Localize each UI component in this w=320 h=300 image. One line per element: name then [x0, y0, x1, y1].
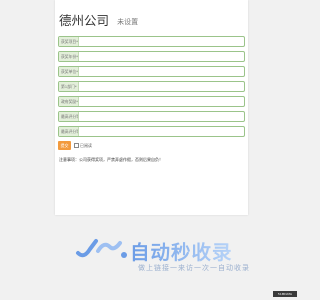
page-title: 德州公司 — [59, 13, 110, 28]
logo-subtitle: 做上链接一来访一次一自动收录 — [138, 264, 250, 272]
rating-level-input[interactable] — [79, 112, 244, 121]
field-label: 获奖单位* — [59, 67, 79, 76]
logo-text: 自动秒收录 — [130, 236, 233, 265]
award-year-input[interactable] — [79, 52, 244, 61]
field-row: 获奖年份* — [58, 51, 245, 62]
field-row: 最高评分等级* — [58, 111, 245, 122]
field-row: 政府奖励* — [58, 96, 245, 107]
rating-level-2-input[interactable] — [79, 127, 244, 136]
page-subtitle: 未设置 — [117, 18, 139, 26]
field-label: 政府奖励* — [59, 97, 79, 106]
field-row: 最高评分等级* — [58, 126, 245, 137]
action-row: 提交 已阅读 — [58, 141, 92, 150]
submit-button[interactable]: 提交 — [58, 141, 71, 150]
field-label: 最高评分等级* — [59, 112, 79, 121]
field-label: 第1部门* — [59, 82, 79, 91]
field-label: 获奖项目* — [59, 37, 79, 46]
award-unit-input[interactable] — [79, 67, 244, 76]
header: 德州公司 未设置 — [59, 10, 138, 29]
notice-text: 注意事项：公司获得奖项，严禁弄虚作假，否则后果自负！ — [59, 157, 163, 162]
watermark-logo: 自动秒收录 做上链接一来访一次一自动收录 — [74, 237, 279, 277]
checkbox-label: 已阅读 — [80, 142, 92, 148]
field-label: 获奖年份* — [59, 52, 79, 61]
field-row: 第1部门* — [58, 81, 245, 92]
logo-mark-icon — [76, 239, 127, 258]
department-input[interactable] — [79, 82, 244, 91]
government-award-input[interactable] — [79, 97, 244, 106]
field-row: 获奖项目* — [58, 36, 245, 47]
corner-badge: 51MDATA — [273, 291, 297, 297]
award-project-input[interactable] — [79, 37, 244, 46]
field-row: 获奖单位* — [58, 66, 245, 77]
form-fields: 获奖项目* 获奖年份* 获奖单位* 第1部门* 政府奖励* 最高评分等级* 最高… — [58, 36, 245, 141]
form-card: 德州公司 未设置 获奖项目* 获奖年份* 获奖单位* 第1部门* 政府奖励* 最… — [55, 0, 248, 215]
field-label: 最高评分等级* — [59, 127, 79, 136]
agree-checkbox[interactable] — [74, 143, 79, 148]
